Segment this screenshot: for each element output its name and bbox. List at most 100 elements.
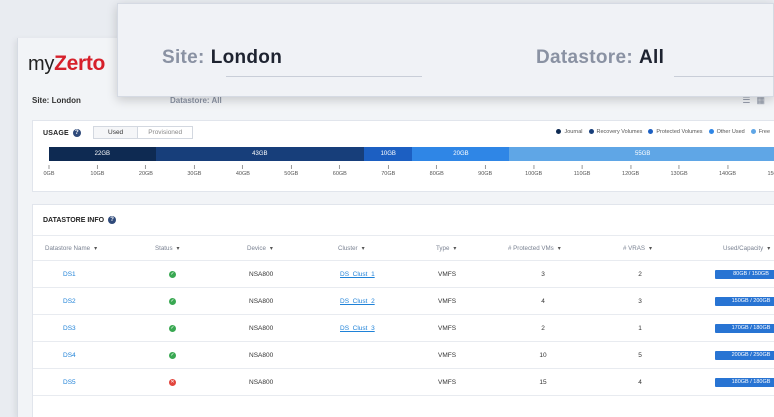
vras-cell: 2 [638,270,642,278]
usage-title: USAGE? [43,129,81,137]
usage-segment[interactable]: 55GB [509,147,774,161]
legend-dot [750,129,756,135]
axis-tick: 130GB [671,165,688,177]
datastore-filter-label: Datastore: [170,96,210,105]
legend-dot [588,129,594,135]
datastore-name-link[interactable]: DS3 [63,325,76,332]
tick-mark [242,165,244,169]
status-error-icon: ✕ [169,378,176,386]
logo-brand: Zerto [54,52,106,75]
zoom-datastore-underline [674,76,774,77]
sort-caret-icon[interactable]: ▾ [558,245,561,252]
axis-tick: 60GB [333,165,347,177]
column-header[interactable]: Type ▾ [436,236,456,260]
column-header[interactable]: Cluster ▾ [338,236,365,260]
status-cell: ✓ [169,342,176,368]
table-row: DS2 ✓ NSA800 DS_Clust_2 VMFS 4 3 150GB / 200GB [33,288,774,315]
toggle-provisioned[interactable]: Provisioned [138,127,192,138]
zoom-datastore-filter[interactable]: Datastore: All [536,47,664,69]
sort-caret-icon[interactable]: ▾ [649,245,652,252]
status-cell: ✕ [169,369,176,395]
capacity-bar: 200GB / 250GB [715,350,774,360]
axis-tick: 100GB [525,165,542,177]
column-header[interactable]: Device ▾ [247,236,273,260]
datastore-info-panel: DATASTORE INFO? Datastore Name ▾ Status ▾ De… [32,204,774,417]
help-icon[interactable]: ? [108,216,117,224]
logo-prefix: my [28,53,55,75]
datastore-name-link[interactable]: DS1 [63,271,76,278]
cluster-cell: DS_Clust_3 [340,315,375,341]
tick-label: 30GB [187,171,202,177]
axis-tick: 0GB [43,165,55,177]
cluster-link[interactable]: DS_Clust_3 [340,325,375,332]
datastore-name-link[interactable]: DS4 [63,352,76,359]
cluster-link[interactable]: DS_Clust_2 [340,298,375,305]
status-ok-icon: ✓ [169,297,176,305]
axis-tick: 70GB [381,165,395,177]
legend-dot [708,129,714,135]
datastore-name-cell: DS1 [63,261,76,287]
column-header-label: Status [155,244,173,252]
column-header[interactable]: # Protected VMs ▾ [508,236,561,260]
axis-tick: 10GB [90,165,104,177]
sort-caret-icon[interactable]: ▾ [270,245,273,252]
zoom-site-label: Site: [162,47,205,68]
sort-caret-icon[interactable]: ▾ [94,245,97,252]
sort-caret-icon[interactable]: ▾ [362,245,365,252]
legend-item: Free [758,129,770,135]
column-header[interactable]: Status ▾ [155,236,180,260]
tick-mark [533,165,535,169]
column-header-label: # Protected VMs [508,244,554,252]
vras-cell: 4 [638,378,642,386]
datastore-name-link[interactable]: DS2 [63,298,76,305]
type-cell: VMFS [438,297,457,305]
column-header[interactable]: Datastore Name ▾ [45,236,97,260]
protected-vms-cell: 15 [539,378,547,386]
usage-segment[interactable]: 10GB [364,147,413,161]
axis-tick: 30GB [187,165,201,177]
site-filter[interactable]: Site: London [32,96,81,105]
cluster-link[interactable]: DS_Clust_1 [340,271,375,278]
tick-label: 140GB [718,171,737,177]
axis-tick: 150GB [767,165,774,177]
axis-tick: 20GB [139,165,153,177]
datastore-table: Datastore Name ▾ Status ▾ Device ▾ Cluster ▾ Typ… [33,235,774,396]
device-cell: NSA800 [249,297,274,305]
sort-caret-icon[interactable]: ▾ [177,245,180,252]
sort-caret-icon[interactable]: ▾ [767,245,770,252]
usage-segment[interactable]: 22GB [49,147,156,161]
usage-segment[interactable]: 20GB [412,147,510,161]
myzerto-logo[interactable]: myZerto [28,52,105,76]
tick-label: 40GB [235,171,250,177]
column-header[interactable]: Used/Capacity ▾ [723,236,770,260]
usage-bar: 22GB 43GB 10GB 20GB 55GB [49,147,774,161]
status-cell: ✓ [169,261,176,287]
help-icon[interactable]: ? [72,129,81,137]
sort-caret-icon[interactable]: ▾ [453,245,456,252]
zoom-site-filter[interactable]: Site: London [162,47,282,69]
datastore-name-link[interactable]: DS5 [63,379,76,386]
site-filter-label: Site: [32,96,50,105]
tick-mark [339,165,341,169]
column-header[interactable]: # VRAS ▾ [623,236,652,260]
toggle-used[interactable]: Used [94,127,139,138]
filter-zoom-callout: Site: London Datastore: All [117,3,774,97]
datastore-name-cell: DS3 [63,315,76,341]
protected-vms-cell: 4 [541,297,545,305]
usage-segment[interactable]: 43GB [155,147,365,161]
axis-tick: 50GB [284,165,298,177]
vras-cell: 3 [638,297,642,305]
datastore-filter[interactable]: Datastore: All [170,96,222,105]
usage-panel: USAGE? Used Provisioned Journal Recovery … [32,120,774,192]
zoom-datastore-label: Datastore: [536,47,633,68]
status-ok-icon: ✓ [169,324,176,332]
tick-label: 50GB [284,171,299,177]
tick-mark [727,165,729,169]
tick-label: 90GB [478,171,493,177]
device-cell: NSA800 [249,378,274,386]
tick-mark [96,165,98,169]
column-header-label: Datastore Name [45,244,91,252]
tick-label: 130GB [670,171,688,177]
cluster-cell: DS_Clust_1 [340,261,375,287]
device-cell: NSA800 [249,270,274,278]
